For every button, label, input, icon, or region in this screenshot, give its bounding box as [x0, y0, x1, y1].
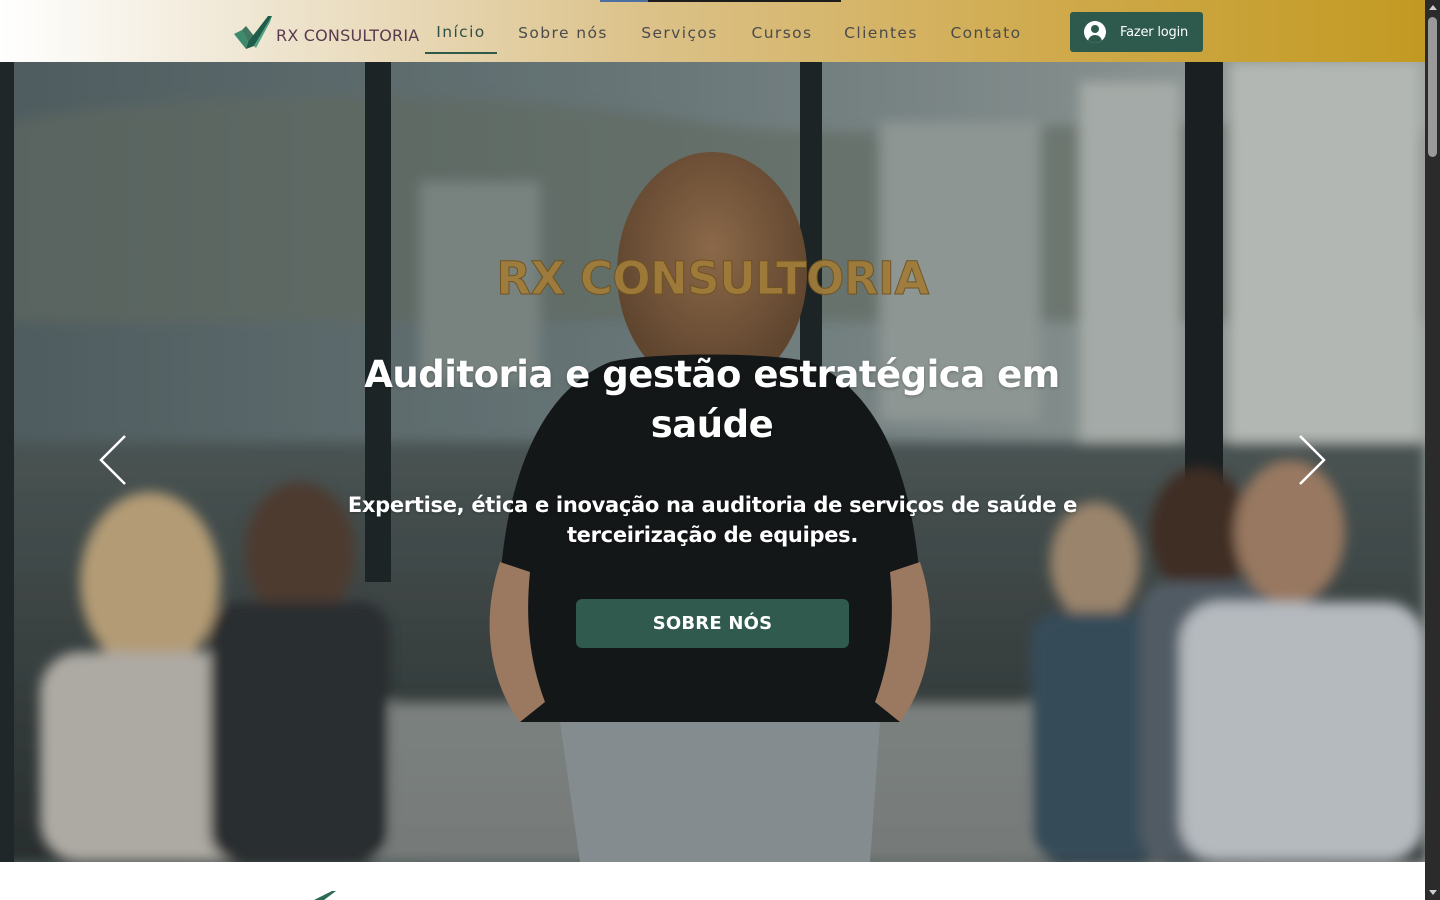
checkmark-logo-icon — [314, 891, 336, 900]
nav-item-sobre-nos[interactable]: Sobre nós — [497, 12, 629, 54]
main-nav: Início Sobre nós Serviços Cursos Cliente… — [425, 12, 1044, 54]
nav-item-clientes[interactable]: Clientes — [834, 12, 928, 54]
hero-overlay — [0, 62, 1425, 862]
scroll-down-icon[interactable] — [1425, 885, 1440, 900]
chevron-right-icon[interactable] — [1297, 434, 1327, 486]
hero-brand-heading: RX CONSULTORIA — [496, 252, 930, 306]
login-button[interactable]: Fazer login — [1070, 12, 1203, 52]
nav-item-inicio[interactable]: Início — [425, 12, 497, 54]
site-header: RX CONSULTORIA Início Sobre nós Serviços… — [0, 0, 1425, 62]
hero-slideshow: RX CONSULTORIA Auditoria e gestão estrat… — [0, 62, 1425, 862]
hero-title: Auditoria e gestão estratégica em saúde — [364, 353, 1060, 446]
scrollbar-thumb[interactable] — [1428, 17, 1437, 157]
checkmark-logo-icon — [234, 16, 272, 49]
next-section — [0, 862, 1425, 900]
header-accent-strip — [600, 0, 648, 2]
login-label: Fazer login — [1120, 24, 1189, 40]
sobre-nos-button[interactable]: SOBRE NÓS — [576, 599, 849, 648]
site-logo[interactable]: RX CONSULTORIA — [232, 14, 419, 52]
page-scrollbar[interactable] — [1425, 0, 1440, 900]
nav-item-cursos[interactable]: Cursos — [730, 12, 834, 54]
nav-item-servicos[interactable]: Serviços — [629, 12, 730, 54]
hero-subtitle: Expertise, ética e inovação na auditoria… — [347, 493, 1078, 547]
user-avatar-icon — [1084, 21, 1106, 43]
header-accent-strip — [648, 0, 841, 2]
chevron-left-icon[interactable] — [98, 434, 128, 486]
nav-item-contato[interactable]: Contato — [928, 12, 1044, 54]
brand-name: RX CONSULTORIA — [276, 25, 420, 45]
scroll-up-icon[interactable] — [1425, 0, 1440, 15]
